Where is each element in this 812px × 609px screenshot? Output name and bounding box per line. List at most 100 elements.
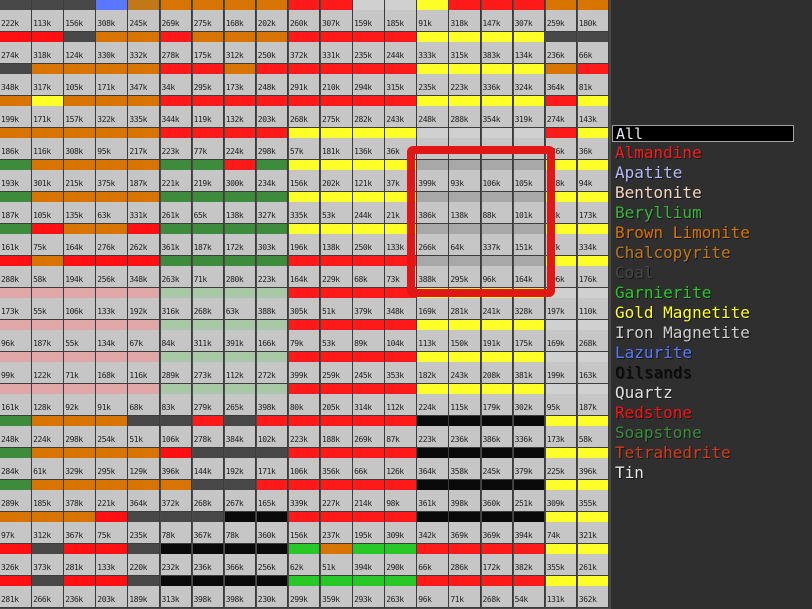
- map-chunk-cell[interactable]: 58k: [577, 416, 610, 448]
- map-chunk-cell[interactable]: 58k: [32, 256, 64, 288]
- map-chunk-cell[interactable]: 223k: [449, 64, 481, 96]
- map-chunk-cell[interactable]: 161k: [0, 224, 32, 256]
- map-chunk-cell[interactable]: 106k: [64, 288, 96, 320]
- map-chunk-cell[interactable]: 196k: [288, 224, 321, 256]
- map-chunk-cell[interactable]: 193k: [0, 160, 32, 192]
- map-chunk-cell[interactable]: 269k: [353, 416, 385, 448]
- map-chunk-cell[interactable]: 244k: [385, 32, 417, 64]
- map-chunk-cell[interactable]: 307k: [513, 0, 546, 32]
- map-chunk-cell[interactable]: 68k: [353, 256, 385, 288]
- map-chunk-cell[interactable]: 279k: [192, 384, 225, 416]
- map-chunk-cell[interactable]: 250k: [256, 32, 289, 64]
- legend-item-bentonite[interactable]: Bentonite: [615, 183, 702, 203]
- map-chunk-cell[interactable]: 173k: [545, 416, 578, 448]
- map-chunk-cell[interactable]: 203k: [256, 96, 289, 128]
- map-chunk-cell[interactable]: 290k: [385, 544, 417, 576]
- map-chunk-cell[interactable]: 364k: [417, 448, 449, 480]
- map-chunk-cell[interactable]: 288k: [449, 96, 481, 128]
- ore-vein-map[interactable]: 222k 113k 156k 308k 245k 269k 275k 168k 202k 260k…: [0, 0, 611, 609]
- map-chunk-cell[interactable]: 375k: [96, 160, 128, 192]
- map-chunk-cell[interactable]: 67k: [128, 320, 160, 352]
- map-chunk-cell[interactable]: 260k: [288, 0, 321, 32]
- legend-item-apatite[interactable]: Apatite: [615, 163, 682, 183]
- map-chunk-cell[interactable]: 312k: [224, 32, 257, 64]
- map-chunk-cell[interactable]: 121k: [353, 160, 385, 192]
- map-chunk-cell[interactable]: 105k: [32, 192, 64, 224]
- map-chunk-cell[interactable]: 259k: [545, 0, 578, 32]
- map-chunk-cell[interactable]: 235k: [417, 64, 449, 96]
- map-chunk-cell[interactable]: 219k: [192, 160, 225, 192]
- map-chunk-cell[interactable]: 150k: [449, 320, 481, 352]
- map-chunk-cell[interactable]: 282k: [353, 96, 385, 128]
- filter-selected[interactable]: All: [612, 125, 794, 143]
- map-chunk-cell[interactable]: 168k: [96, 352, 128, 384]
- map-chunk-cell[interactable]: 256k: [256, 544, 289, 576]
- map-chunk-cell[interactable]: 173k: [577, 192, 610, 224]
- map-chunk-cell[interactable]: 97k: [0, 512, 32, 544]
- map-chunk-cell[interactable]: 194k: [64, 256, 96, 288]
- map-chunk-cell[interactable]: 205k: [321, 384, 353, 416]
- map-chunk-cell[interactable]: 235k: [353, 32, 385, 64]
- legend-item-coal[interactable]: Coal: [615, 263, 654, 283]
- map-chunk-cell[interactable]: 263k: [160, 256, 193, 288]
- map-chunk-cell[interactable]: 186k: [0, 128, 32, 160]
- map-chunk-cell[interactable]: 333k: [417, 32, 449, 64]
- legend-item-gold-magnetite[interactable]: Gold Magnetite: [615, 303, 750, 323]
- map-chunk-cell[interactable]: 315k: [385, 64, 417, 96]
- map-chunk-cell[interactable]: 335k: [128, 96, 160, 128]
- map-chunk-cell[interactable]: 281k: [64, 544, 96, 576]
- map-chunk-cell[interactable]: 225k: [545, 448, 578, 480]
- map-chunk-cell[interactable]: 185k: [385, 0, 417, 32]
- map-chunk-cell[interactable]: 122k: [32, 352, 64, 384]
- legend-item-tetrahedrite[interactable]: Tetrahedrite: [615, 443, 731, 463]
- map-chunk-cell[interactable]: 199k: [0, 96, 32, 128]
- map-chunk-cell[interactable]: 105k: [64, 64, 96, 96]
- map-chunk-cell[interactable]: 335k: [288, 192, 321, 224]
- map-chunk-cell[interactable]: 131k: [545, 576, 578, 608]
- map-chunk-cell[interactable]: 275k: [321, 96, 353, 128]
- map-chunk-cell[interactable]: 372k: [160, 480, 193, 512]
- map-chunk-cell[interactable]: 251k: [513, 480, 546, 512]
- map-chunk-cell[interactable]: 268k: [288, 96, 321, 128]
- map-chunk-cell[interactable]: 224k: [224, 128, 257, 160]
- map-chunk-cell[interactable]: 336k: [481, 64, 514, 96]
- map-chunk-cell[interactable]: 276k: [96, 224, 128, 256]
- map-chunk-cell[interactable]: 110k: [577, 288, 610, 320]
- map-chunk-cell[interactable]: 175k: [192, 32, 225, 64]
- map-chunk-cell[interactable]: 182k: [417, 352, 449, 384]
- map-chunk-cell[interactable]: 234k: [256, 160, 289, 192]
- map-chunk-cell[interactable]: 278k: [160, 32, 193, 64]
- map-chunk-cell[interactable]: 71k: [449, 576, 481, 608]
- map-chunk-cell[interactable]: 322k: [96, 96, 128, 128]
- map-chunk-cell[interactable]: 171k: [256, 448, 289, 480]
- legend-item-redstone[interactable]: Redstone: [615, 403, 692, 423]
- map-chunk-cell[interactable]: 308k: [64, 128, 96, 160]
- map-chunk-cell[interactable]: 359k: [321, 576, 353, 608]
- map-chunk-cell[interactable]: 116k: [128, 352, 160, 384]
- map-chunk-cell[interactable]: 126k: [385, 448, 417, 480]
- map-chunk-cell[interactable]: 106k: [288, 448, 321, 480]
- map-chunk-cell[interactable]: 284k: [0, 448, 32, 480]
- map-chunk-cell[interactable]: 221k: [96, 480, 128, 512]
- map-chunk-cell[interactable]: 313k: [160, 576, 193, 608]
- map-chunk-cell[interactable]: 308k: [96, 0, 128, 32]
- map-chunk-cell[interactable]: 330k: [96, 32, 128, 64]
- map-chunk-cell[interactable]: 187k: [577, 384, 610, 416]
- map-chunk-cell[interactable]: 84k: [160, 320, 193, 352]
- map-chunk-cell[interactable]: 364k: [128, 480, 160, 512]
- legend-item-garnierite[interactable]: Garnierite: [615, 283, 711, 303]
- map-chunk-cell[interactable]: 289k: [0, 480, 32, 512]
- map-chunk-cell[interactable]: 319k: [513, 96, 546, 128]
- map-chunk-cell[interactable]: 386k: [481, 416, 514, 448]
- map-chunk-cell[interactable]: 223k: [256, 256, 289, 288]
- map-chunk-cell[interactable]: 245k: [353, 352, 385, 384]
- map-chunk-cell[interactable]: 147k: [481, 0, 514, 32]
- map-chunk-cell[interactable]: 112k: [385, 384, 417, 416]
- map-chunk-cell[interactable]: 396k: [160, 448, 193, 480]
- map-chunk-cell[interactable]: 360k: [256, 512, 289, 544]
- map-chunk-cell[interactable]: 172k: [224, 224, 257, 256]
- map-chunk-cell[interactable]: 254k: [96, 416, 128, 448]
- map-chunk-cell[interactable]: 379k: [353, 288, 385, 320]
- map-chunk-cell[interactable]: 185k: [32, 480, 64, 512]
- map-chunk-cell[interactable]: 65k: [192, 192, 225, 224]
